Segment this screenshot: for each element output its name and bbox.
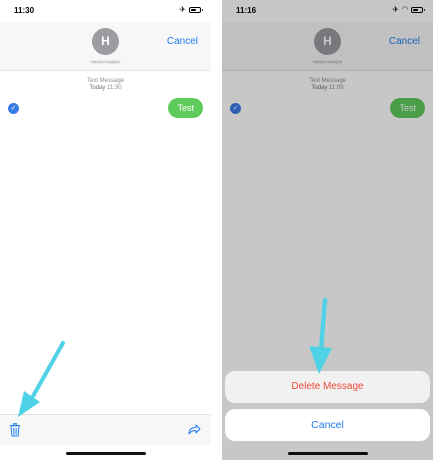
left-phone-screen: 11:30 ✈ H Hamza Husayne Cancel Text Mess…: [0, 0, 211, 460]
annotation-arrow: [309, 297, 332, 374]
annotation-arrow: [18, 341, 65, 417]
right-phone-screen: 11:16 ✈ ◠ H Hamza Husayne Cancel Text Me…: [222, 0, 433, 460]
